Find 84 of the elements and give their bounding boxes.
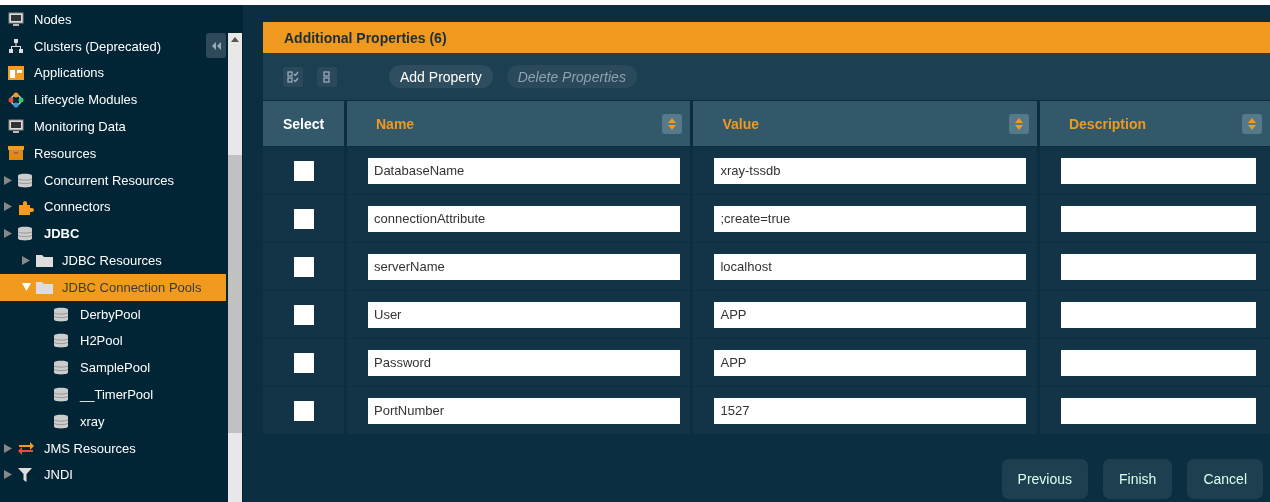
tree-item[interactable]: JNDI — [0, 461, 204, 489]
sort-icon[interactable] — [1242, 113, 1262, 134]
value-field[interactable]: APP — [714, 301, 1027, 328]
tree-item[interactable]: Connectors — [0, 193, 204, 221]
sort-icon[interactable] — [1008, 113, 1029, 134]
checkbox[interactable] — [294, 304, 314, 325]
add-button[interactable]: Add Property — [389, 65, 493, 88]
tree-item[interactable]: JDBC — [0, 220, 204, 248]
folder-icon — [36, 254, 53, 268]
database-icon — [54, 360, 68, 376]
description-field[interactable] — [1060, 397, 1256, 424]
tree-item[interactable]: __TimerPool — [0, 381, 204, 408]
name-field[interactable]: DatabaseName — [368, 157, 680, 184]
collapse-button[interactable] — [206, 33, 226, 58]
footer-button[interactable]: Cancel — [1187, 459, 1263, 499]
monitor-icon — [8, 11, 24, 27]
checkbox[interactable] — [294, 160, 314, 181]
scrollbar[interactable] — [228, 33, 242, 502]
database-icon — [54, 306, 68, 322]
value-field[interactable]: localhost — [714, 253, 1027, 280]
name-field[interactable]: connectionAttribute — [368, 205, 680, 232]
description-field[interactable] — [1060, 157, 1256, 184]
tree-item[interactable]: H2Pool — [0, 327, 204, 355]
filter-icon — [18, 467, 32, 482]
description-field[interactable] — [1060, 253, 1256, 280]
value-field[interactable]: xray-tssdb — [714, 157, 1027, 184]
name-field[interactable]: PortNumber — [368, 397, 680, 424]
value-field[interactable]: APP — [714, 349, 1027, 376]
database-icon — [18, 226, 32, 242]
tree-item[interactable]: Monitoring Data — [0, 113, 204, 140]
footer-button[interactable]: Finish — [1103, 459, 1173, 499]
tree-item[interactable]: Nodes — [0, 6, 204, 33]
swap-arrows-icon — [18, 441, 34, 456]
collapsed-arrow-icon[interactable] — [22, 256, 30, 266]
database-icon — [18, 172, 32, 188]
box-icon — [8, 146, 24, 161]
monitor-icon — [8, 119, 24, 135]
name-field[interactable]: serverName — [368, 253, 680, 280]
collapsed-arrow-icon[interactable] — [4, 229, 12, 239]
circle-nodes-icon — [8, 91, 24, 108]
checkbox[interactable] — [294, 400, 314, 421]
collapsed-arrow-icon[interactable] — [4, 175, 12, 185]
tree-item[interactable]: JDBC Resources — [0, 247, 204, 274]
checkbox[interactable] — [294, 208, 314, 229]
panel-title: Additional Properties (6) — [263, 22, 1270, 53]
select-all-button[interactable] — [283, 66, 303, 87]
scrollbar-thumb[interactable] — [228, 155, 242, 433]
select-all-icon — [287, 70, 299, 83]
column-header[interactable]: Select — [263, 100, 344, 146]
network-icon — [8, 38, 24, 55]
tree-item[interactable]: Applications — [0, 59, 204, 87]
database-icon — [54, 387, 68, 403]
description-field[interactable] — [1060, 301, 1256, 328]
tree-item[interactable]: Lifecycle Modules — [0, 86, 204, 114]
tree-item[interactable]: SamplePool — [0, 354, 204, 382]
footer-button[interactable]: Previous — [1001, 459, 1089, 499]
tree-item[interactable]: Clusters (Deprecated) — [0, 32, 204, 60]
description-field[interactable] — [1060, 349, 1256, 376]
tree-item[interactable]: xray — [0, 407, 204, 435]
collapsed-arrow-icon[interactable] — [4, 202, 12, 212]
collapsed-arrow-icon[interactable] — [4, 443, 12, 453]
collapsed-arrow-icon[interactable] — [4, 470, 12, 480]
puzzle-icon — [18, 198, 34, 215]
checkbox[interactable] — [294, 256, 314, 277]
checkbox[interactable] — [294, 352, 314, 373]
database-icon — [54, 333, 68, 349]
value-field[interactable]: ;create=true — [714, 205, 1027, 232]
tree-item[interactable]: Concurrent Resources — [0, 166, 204, 194]
double-left-icon — [211, 41, 221, 50]
value-field[interactable]: 1527 — [714, 397, 1027, 424]
tree-item[interactable]: Resources — [0, 140, 204, 167]
deselect-all-button[interactable] — [317, 66, 337, 87]
scroll-up-icon[interactable] — [231, 36, 239, 42]
folder-icon — [36, 280, 53, 294]
name-field[interactable]: Password — [368, 349, 680, 376]
sort-icon[interactable] — [662, 113, 683, 134]
database-icon — [54, 413, 68, 429]
name-field[interactable]: User — [368, 301, 680, 328]
tree-item[interactable]: DerbyPool — [0, 300, 204, 328]
description-field[interactable] — [1060, 205, 1256, 232]
window-icon — [8, 66, 24, 80]
deselect-all-icon — [323, 70, 331, 83]
tree-item[interactable]: JDBC Connection Pools — [0, 273, 226, 301]
tree-item[interactable]: JMS Resources — [0, 434, 204, 462]
